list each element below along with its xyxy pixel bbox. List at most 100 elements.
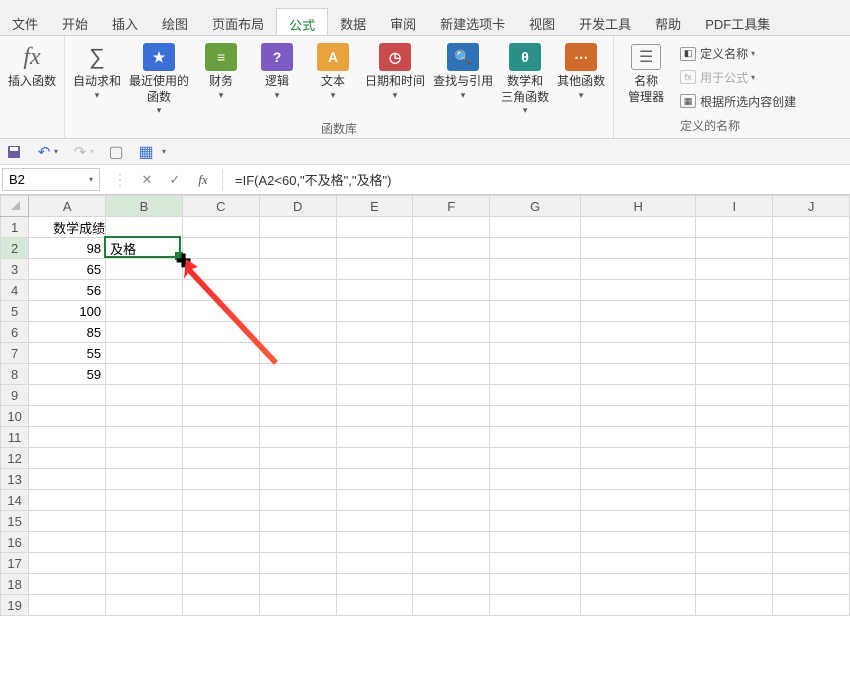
accept-formula-button[interactable]: ✓ bbox=[166, 172, 184, 188]
cell[interactable] bbox=[182, 532, 259, 553]
cell[interactable] bbox=[581, 553, 696, 574]
undo-button[interactable]: ↶ bbox=[36, 144, 52, 160]
cell[interactable] bbox=[29, 532, 106, 553]
cell[interactable] bbox=[29, 490, 106, 511]
cell[interactable] bbox=[259, 238, 336, 259]
cell[interactable] bbox=[336, 259, 413, 280]
lookup-button[interactable]: 🔍 查找与引用 ▾ bbox=[429, 38, 497, 120]
row-header[interactable]: 11 bbox=[1, 427, 29, 448]
cell[interactable] bbox=[581, 259, 696, 280]
cell[interactable] bbox=[581, 532, 696, 553]
col-header-I[interactable]: I bbox=[696, 196, 773, 217]
cell[interactable] bbox=[259, 469, 336, 490]
cell[interactable] bbox=[696, 511, 773, 532]
row-header[interactable]: 2 bbox=[1, 238, 29, 259]
cell[interactable] bbox=[106, 427, 183, 448]
cell[interactable] bbox=[259, 280, 336, 301]
cell[interactable] bbox=[490, 553, 581, 574]
create-from-selection-button[interactable]: ▦ 根据所选内容创建 bbox=[680, 91, 796, 112]
cell[interactable] bbox=[106, 511, 183, 532]
row-header[interactable]: 17 bbox=[1, 553, 29, 574]
cell[interactable] bbox=[696, 532, 773, 553]
cell[interactable] bbox=[490, 301, 581, 322]
cell[interactable] bbox=[182, 511, 259, 532]
cell[interactable] bbox=[773, 427, 850, 448]
cell[interactable] bbox=[259, 448, 336, 469]
row-header[interactable]: 19 bbox=[1, 595, 29, 616]
row-header[interactable]: 13 bbox=[1, 469, 29, 490]
dropdown-arrow-icon[interactable]: ▾ bbox=[90, 147, 94, 156]
cell[interactable]: 数学成绩 bbox=[29, 217, 106, 238]
cell[interactable] bbox=[182, 469, 259, 490]
tab-help[interactable]: 帮助 bbox=[643, 8, 693, 35]
row-header[interactable]: 15 bbox=[1, 511, 29, 532]
cell[interactable] bbox=[336, 280, 413, 301]
cell[interactable] bbox=[696, 238, 773, 259]
dropdown-arrow-icon[interactable]: ▾ bbox=[54, 147, 58, 156]
cell[interactable] bbox=[413, 364, 490, 385]
cell[interactable] bbox=[696, 427, 773, 448]
cell[interactable] bbox=[581, 448, 696, 469]
cell[interactable] bbox=[581, 364, 696, 385]
dropdown-arrow-icon[interactable]: ▾ bbox=[162, 147, 166, 156]
tab-file[interactable]: 文件 bbox=[0, 8, 50, 35]
cell[interactable]: 100 bbox=[29, 301, 106, 322]
cell[interactable] bbox=[413, 532, 490, 553]
cell[interactable] bbox=[182, 448, 259, 469]
row-header[interactable]: 4 bbox=[1, 280, 29, 301]
cell[interactable] bbox=[490, 364, 581, 385]
row-header[interactable]: 3 bbox=[1, 259, 29, 280]
cell[interactable] bbox=[773, 469, 850, 490]
col-header-E[interactable]: E bbox=[336, 196, 413, 217]
cell[interactable] bbox=[106, 469, 183, 490]
cell[interactable] bbox=[182, 364, 259, 385]
cell[interactable] bbox=[29, 385, 106, 406]
cell[interactable] bbox=[259, 574, 336, 595]
cell[interactable] bbox=[773, 343, 850, 364]
cell[interactable] bbox=[336, 301, 413, 322]
cell[interactable] bbox=[106, 343, 183, 364]
cell[interactable] bbox=[182, 595, 259, 616]
cell[interactable] bbox=[336, 238, 413, 259]
cell[interactable] bbox=[336, 532, 413, 553]
cell[interactable] bbox=[182, 259, 259, 280]
print-preview-button[interactable]: ▢ bbox=[108, 144, 124, 160]
cell[interactable] bbox=[490, 259, 581, 280]
cell[interactable] bbox=[336, 469, 413, 490]
cell[interactable] bbox=[413, 595, 490, 616]
cell[interactable] bbox=[413, 238, 490, 259]
cell[interactable] bbox=[413, 301, 490, 322]
cell[interactable] bbox=[490, 280, 581, 301]
col-header-B[interactable]: B bbox=[106, 196, 183, 217]
cell[interactable] bbox=[696, 406, 773, 427]
use-in-formula-button[interactable]: fx 用于公式 ▾ bbox=[680, 67, 796, 88]
cell[interactable] bbox=[29, 574, 106, 595]
cell[interactable] bbox=[106, 385, 183, 406]
cell[interactable] bbox=[29, 448, 106, 469]
col-header-J[interactable]: J bbox=[773, 196, 850, 217]
cell[interactable] bbox=[336, 217, 413, 238]
row-header[interactable]: 10 bbox=[1, 406, 29, 427]
cell[interactable] bbox=[696, 595, 773, 616]
row-header[interactable]: 8 bbox=[1, 364, 29, 385]
cell[interactable] bbox=[773, 322, 850, 343]
cell[interactable] bbox=[259, 259, 336, 280]
cell[interactable] bbox=[696, 343, 773, 364]
cell[interactable] bbox=[581, 427, 696, 448]
cell[interactable] bbox=[336, 343, 413, 364]
cell[interactable] bbox=[773, 553, 850, 574]
cell[interactable] bbox=[773, 406, 850, 427]
cell[interactable] bbox=[581, 511, 696, 532]
col-header-H[interactable]: H bbox=[581, 196, 696, 217]
cell[interactable] bbox=[490, 406, 581, 427]
cell[interactable] bbox=[259, 343, 336, 364]
cell-active[interactable]: 及格 bbox=[106, 238, 183, 259]
cell[interactable] bbox=[490, 343, 581, 364]
tab-dev[interactable]: 开发工具 bbox=[567, 8, 643, 35]
cell[interactable] bbox=[259, 217, 336, 238]
name-manager-button[interactable]: ☰ 名称 管理器 bbox=[618, 38, 674, 117]
cell[interactable] bbox=[413, 511, 490, 532]
cell[interactable] bbox=[182, 427, 259, 448]
cell[interactable] bbox=[581, 490, 696, 511]
cell[interactable] bbox=[336, 427, 413, 448]
